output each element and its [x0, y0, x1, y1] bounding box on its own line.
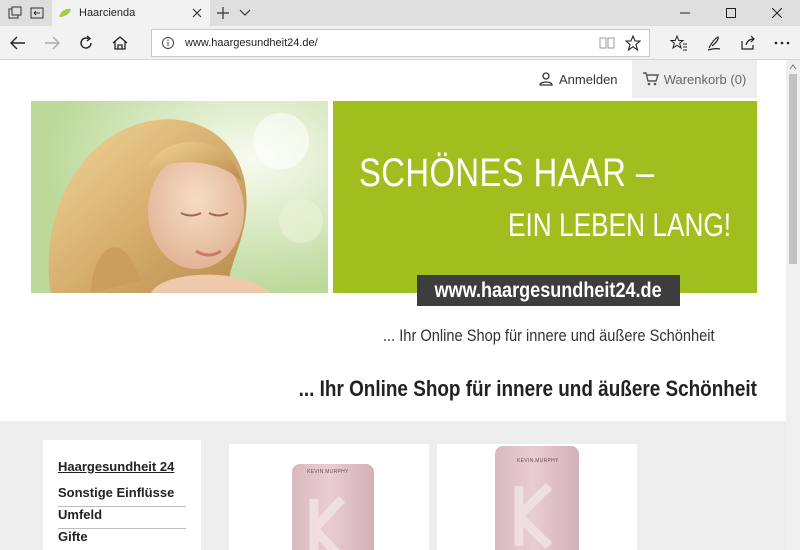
set-aside-tabs-icon[interactable]	[28, 4, 46, 22]
user-icon	[539, 72, 553, 86]
favorites-hub-icon[interactable]	[668, 32, 690, 54]
page-scrollbar[interactable]	[786, 60, 800, 550]
tab-title: Haarcienda	[79, 7, 136, 19]
forward-icon[interactable]	[41, 32, 63, 54]
hero-photo	[31, 101, 328, 293]
pen-icon[interactable]	[703, 32, 725, 54]
page-heading: ... Ihr Online Shop für innere und äußer…	[298, 376, 757, 401]
sidebar-item-sonstige-einfluesse[interactable]: Sonstige Einflüsse	[58, 485, 186, 507]
info-icon[interactable]	[161, 36, 175, 50]
reading-view-icon[interactable]	[597, 33, 617, 53]
page-viewport: Anmelden Warenkorb (0) SCHÖNES HAAR – EI…	[0, 60, 786, 550]
product-brand: KEVIN.MURPHY	[307, 469, 349, 475]
address-bar[interactable]: www.haargesundheit24.de/	[151, 29, 650, 57]
cart-label: Warenkorb (0)	[663, 71, 747, 87]
more-icon[interactable]	[771, 32, 793, 54]
banner-url-box: www.haargesundheit24.de	[417, 275, 680, 306]
product-card[interactable]: KEVIN.MURPHY	[437, 444, 637, 550]
login-link[interactable]: Anmelden	[539, 60, 618, 98]
tab-menu-icon[interactable]	[236, 4, 254, 22]
cart-icon	[642, 72, 659, 86]
account-bar: Anmelden Warenkorb (0)	[0, 60, 786, 100]
banner-headline-line1: SCHÖNES HAAR –	[359, 151, 655, 195]
sidebar-title[interactable]: Haargesundheit 24	[58, 459, 174, 474]
product-brand: KEVIN.MURPHY	[517, 458, 559, 464]
leaf-favicon-icon	[59, 8, 71, 17]
cart-button[interactable]: Warenkorb (0)	[632, 60, 757, 98]
tab-actions-icon[interactable]	[6, 4, 24, 22]
product-card[interactable]: KEVIN.MURPHY	[229, 444, 429, 550]
favorite-star-icon[interactable]	[623, 33, 643, 53]
maximize-icon[interactable]	[708, 0, 754, 26]
refresh-icon[interactable]	[75, 32, 97, 54]
banner-tagline: ... Ihr Online Shop für innere und äußer…	[383, 326, 715, 345]
back-icon[interactable]	[7, 32, 29, 54]
sidebar-item-umfeld[interactable]: Umfeld	[58, 507, 186, 529]
browser-tab[interactable]: Haarcienda	[52, 0, 210, 26]
product-image	[292, 464, 374, 550]
scroll-thumb[interactable]	[789, 74, 797, 264]
home-icon[interactable]	[109, 32, 131, 54]
navigation-bar: www.haargesundheit24.de/	[0, 26, 800, 60]
address-url[interactable]: www.haargesundheit24.de/	[185, 37, 597, 49]
login-label: Anmelden	[559, 71, 618, 87]
scroll-up-icon[interactable]	[789, 63, 797, 71]
share-icon[interactable]	[737, 32, 759, 54]
category-sidebar: Haargesundheit 24 Sonstige Einflüsse Umf…	[43, 440, 201, 550]
window-close-icon[interactable]	[754, 0, 800, 26]
minimize-icon[interactable]	[662, 0, 708, 26]
sidebar-item-gifte[interactable]: Gifte	[58, 529, 186, 550]
new-tab-icon[interactable]	[214, 4, 232, 22]
hero-banner[interactable]: SCHÖNES HAAR – EIN LEBEN LANG! www.haarg…	[31, 101, 757, 351]
tab-bar: Haarcienda	[0, 0, 800, 26]
banner-url-text: www.haargesundheit24.de	[434, 278, 663, 302]
banner-headline-line2: EIN LEBEN LANG!	[507, 207, 731, 243]
banner-green-panel: SCHÖNES HAAR – EIN LEBEN LANG!	[333, 101, 757, 293]
close-tab-icon[interactable]	[188, 4, 206, 22]
